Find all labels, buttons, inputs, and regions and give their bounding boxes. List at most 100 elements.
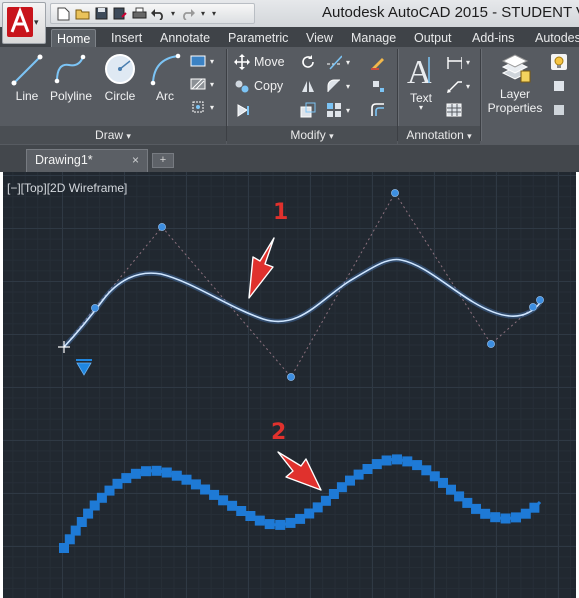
block-marker [264, 519, 275, 530]
polyline-icon [54, 54, 86, 84]
block-marker [171, 470, 182, 481]
tab-view[interactable]: View [301, 29, 338, 47]
dimension-button[interactable]: ▾ [446, 54, 470, 70]
document-tab-strip: Drawing1* × + [0, 145, 579, 172]
block-marker [520, 508, 531, 519]
trim-button[interactable]: ▾ [326, 54, 350, 70]
block-marker [161, 467, 172, 478]
offset-button[interactable] [370, 102, 386, 118]
chevron-down-icon: ▾ [329, 131, 334, 141]
marker-label-1: 1 [273, 200, 289, 225]
open-icon[interactable] [74, 6, 90, 22]
document-tab-drawing1[interactable]: Drawing1* × [26, 149, 148, 172]
hatch-tool[interactable]: ▾ [190, 76, 214, 92]
erase-icon [370, 54, 386, 70]
control-point[interactable] [158, 223, 166, 231]
print-icon[interactable] [131, 6, 147, 22]
tab-parametric[interactable]: Parametric [223, 29, 293, 47]
tab-add-ins[interactable]: Add-ins [467, 29, 519, 47]
dimension-icon [446, 54, 462, 70]
redo-icon[interactable] [180, 6, 196, 22]
layer-tool-3[interactable] [551, 102, 567, 118]
stretch-button[interactable] [236, 102, 252, 118]
layer-tool-2[interactable] [551, 78, 567, 94]
control-polygon [63, 192, 541, 378]
mirror-button[interactable] [300, 78, 316, 94]
chevron-down-icon: ▾ [346, 57, 351, 67]
move-icon [234, 54, 250, 70]
block-marker [285, 517, 296, 528]
tangent-grip-icon[interactable] [76, 362, 92, 376]
save-as-icon[interactable] [112, 6, 128, 22]
modify-panel-title[interactable]: Modify ▾ [227, 126, 397, 144]
drawing-canvas[interactable]: [−][Top][2D Wireframe] 1 2 [3, 172, 576, 598]
undo-icon[interactable] [150, 6, 166, 22]
block-marker [353, 469, 364, 480]
tab-annotate[interactable]: Annotate [155, 29, 215, 47]
layer-properties-button[interactable]: Layer Properties [486, 51, 544, 115]
scale-button[interactable] [300, 102, 316, 118]
new-drawing-tab-button[interactable]: + [152, 153, 174, 168]
control-point[interactable] [487, 340, 495, 348]
explode-icon [370, 78, 386, 94]
save-icon[interactable] [93, 6, 109, 22]
close-icon[interactable]: × [132, 150, 139, 171]
tab-home[interactable]: Home [51, 29, 97, 47]
block-marker [480, 508, 491, 519]
layer-on-toggle[interactable] [551, 54, 567, 70]
undo-dropdown-icon[interactable]: ▾ [169, 9, 177, 18]
tab-autodesk[interactable]: Autodes [530, 29, 579, 47]
text-button[interactable]: A Text ▾ [402, 51, 440, 112]
control-point[interactable] [391, 189, 399, 197]
explode-button[interactable] [370, 78, 386, 94]
stretch-icon [236, 102, 252, 118]
chevron-down-icon: ▾ [346, 105, 351, 115]
layer-stack-icon [501, 54, 531, 83]
fillet-button[interactable]: ▾ [326, 78, 350, 94]
copy-button[interactable]: Copy [234, 78, 283, 94]
block-marker [392, 454, 402, 465]
control-point[interactable] [287, 373, 295, 381]
tab-insert[interactable]: Insert [106, 29, 147, 47]
title-bar: ▾ ▾ ▾ Autodesk AutoCAD 2015 - STUDENT V [0, 0, 579, 28]
move-button[interactable]: Move [234, 54, 285, 70]
boundary-tool[interactable]: ▾ [190, 99, 214, 115]
chevron-down-icon: ▾ [346, 81, 351, 91]
tab-output[interactable]: Output [409, 29, 457, 47]
chevron-down-icon: ▾ [418, 103, 423, 112]
table-button[interactable] [446, 102, 462, 118]
window-title: Autodesk AutoCAD 2015 - STUDENT V [322, 4, 579, 21]
polyline-button[interactable]: Polyline [46, 51, 96, 103]
draw-panel-title[interactable]: Draw ▾ [0, 126, 226, 144]
block-marker [59, 543, 69, 553]
control-point[interactable] [91, 304, 99, 312]
line-icon [11, 54, 43, 86]
block-marker [381, 455, 392, 466]
customize-qat-icon[interactable]: ▾ [210, 9, 218, 18]
rotate-button[interactable] [300, 54, 316, 70]
line-button[interactable]: Line [8, 51, 46, 103]
control-point[interactable] [529, 303, 537, 311]
erase-button[interactable] [370, 54, 386, 70]
redo-dropdown-icon[interactable]: ▾ [199, 9, 207, 18]
rectangle-tool[interactable]: ▾ [190, 53, 214, 69]
control-point[interactable] [536, 296, 544, 304]
array-button[interactable]: ▾ [326, 102, 350, 118]
annotation-panel-title[interactable]: Annotation ▾ [398, 126, 480, 144]
autocad-logo-icon [7, 7, 33, 37]
mirror-icon [300, 78, 316, 94]
new-icon[interactable] [55, 6, 71, 22]
spline-curve[interactable] [63, 258, 541, 348]
arc-button[interactable]: Arc [148, 51, 182, 103]
circle-icon [105, 54, 135, 84]
spline-curve-glow [62, 256, 542, 349]
leader-icon [446, 78, 462, 94]
block-marker [295, 513, 306, 524]
circle-button[interactable]: Circle [101, 51, 139, 103]
block-marker [471, 503, 481, 514]
boundary-icon [190, 99, 206, 115]
leader-button[interactable]: ▾ [446, 78, 470, 94]
application-menu-button[interactable]: ▾ [2, 2, 46, 44]
block-marker [121, 473, 132, 484]
tab-manage[interactable]: Manage [346, 29, 401, 47]
